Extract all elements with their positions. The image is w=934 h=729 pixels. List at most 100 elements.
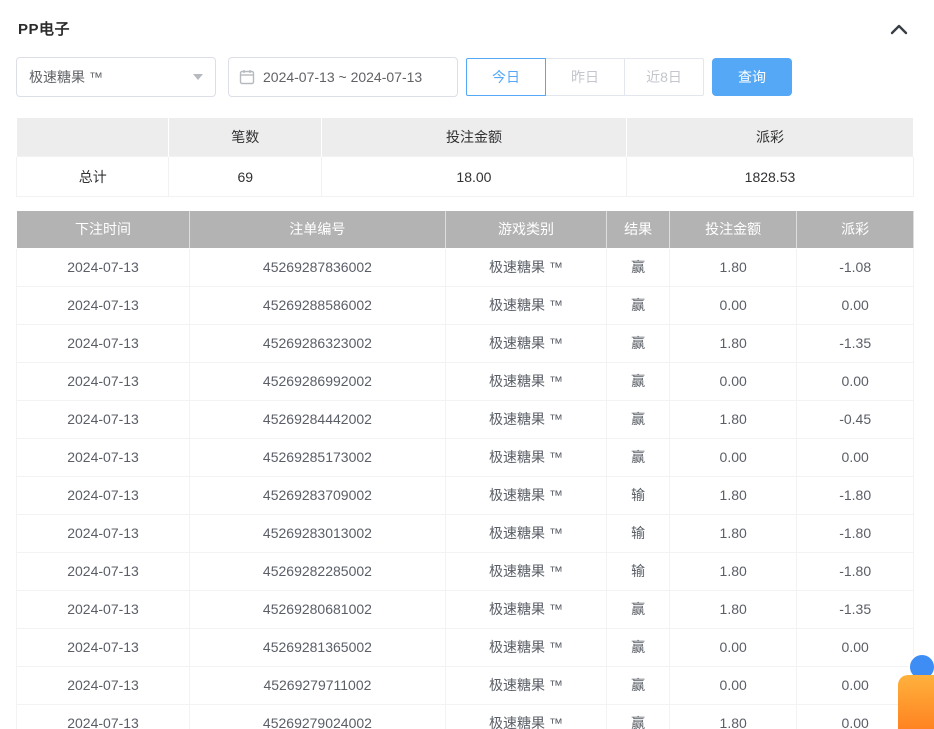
bet-amount-cell: 1.80 <box>669 400 796 438</box>
table-row: 2024-07-13 45269287836002 极速糖果 ™ 赢 1.80 … <box>17 248 914 286</box>
table-row: 2024-07-13 45269279024002 极速糖果 ™ 赢 1.80 … <box>17 704 914 729</box>
table-row: 2024-07-13 45269283013002 极速糖果 ™ 输 1.80 … <box>17 514 914 552</box>
filter-bar: 极速糖果 ™ 2024-07-13 ~ 2024-07-13 今日 昨日 近8日… <box>16 57 914 97</box>
payout-cell: 0.00 <box>797 438 914 476</box>
summary-table: 笔数 投注金额 派彩 总计 69 18.00 1828.53 <box>16 117 914 197</box>
payout-cell: -0.45 <box>797 400 914 438</box>
table-row: 2024-07-13 45269283709002 极速糖果 ™ 输 1.80 … <box>17 476 914 514</box>
bet-amount-cell: 1.80 <box>669 590 796 628</box>
header-payout: 派彩 <box>797 211 914 248</box>
game-type-cell: 极速糖果 ™ <box>445 666 606 704</box>
summary-total-count: 69 <box>169 157 321 197</box>
bet-time-cell: 2024-07-13 <box>17 666 190 704</box>
chevron-down-icon <box>193 74 203 80</box>
game-type-cell: 极速糖果 ™ <box>445 514 606 552</box>
bet-time-cell: 2024-07-13 <box>17 514 190 552</box>
bet-table-body: 2024-07-13 45269287836002 极速糖果 ™ 赢 1.80 … <box>17 248 914 729</box>
bet-id-cell: 45269279711002 <box>190 666 446 704</box>
bet-amount-cell: 1.80 <box>669 704 796 729</box>
header-bet-id: 注单编号 <box>190 211 446 248</box>
summary-header-blank <box>17 118 169 157</box>
summary-header-payout: 派彩 <box>626 118 913 157</box>
header-bet-amount: 投注金额 <box>669 211 796 248</box>
today-button[interactable]: 今日 <box>466 58 546 96</box>
yesterday-button[interactable]: 昨日 <box>545 58 625 96</box>
bet-time-cell: 2024-07-13 <box>17 476 190 514</box>
bet-id-cell: 45269287836002 <box>190 248 446 286</box>
game-type-cell: 极速糖果 ™ <box>445 476 606 514</box>
bet-id-cell: 45269280681002 <box>190 590 446 628</box>
table-row: 2024-07-13 45269286992002 极速糖果 ™ 赢 0.00 … <box>17 362 914 400</box>
quick-date-button-group: 今日 昨日 近8日 <box>466 58 704 96</box>
game-select-value: 极速糖果 ™ <box>29 67 103 87</box>
payout-cell: -1.35 <box>797 324 914 362</box>
result-cell: 赢 <box>607 248 670 286</box>
bet-id-cell: 45269288586002 <box>190 286 446 324</box>
collapse-chevron-up-icon[interactable] <box>886 19 912 39</box>
bet-id-cell: 45269281365002 <box>190 628 446 666</box>
bet-time-cell: 2024-07-13 <box>17 286 190 324</box>
result-cell: 输 <box>607 476 670 514</box>
summary-total-bet-amount: 18.00 <box>321 157 626 197</box>
calendar-icon <box>239 69 255 85</box>
bet-time-cell: 2024-07-13 <box>17 324 190 362</box>
game-type-cell: 极速糖果 ™ <box>445 286 606 324</box>
date-range-value: 2024-07-13 ~ 2024-07-13 <box>263 69 422 85</box>
result-cell: 赢 <box>607 324 670 362</box>
bet-amount-cell: 1.80 <box>669 514 796 552</box>
bet-amount-cell: 0.00 <box>669 286 796 324</box>
table-row: 2024-07-13 45269280681002 极速糖果 ™ 赢 1.80 … <box>17 590 914 628</box>
bet-time-cell: 2024-07-13 <box>17 248 190 286</box>
game-select[interactable]: 极速糖果 ™ <box>16 57 216 97</box>
date-range-picker[interactable]: 2024-07-13 ~ 2024-07-13 <box>228 57 458 97</box>
table-row: 2024-07-13 45269284442002 极速糖果 ™ 赢 1.80 … <box>17 400 914 438</box>
summary-header-row: 笔数 投注金额 派彩 <box>17 118 914 157</box>
payout-cell: -1.80 <box>797 552 914 590</box>
result-cell: 赢 <box>607 590 670 628</box>
table-row: 2024-07-13 45269279711002 极速糖果 ™ 赢 0.00 … <box>17 666 914 704</box>
bet-id-cell: 45269283709002 <box>190 476 446 514</box>
query-button[interactable]: 查询 <box>712 58 792 96</box>
bet-table-header-row: 下注时间 注单编号 游戏类别 结果 投注金额 派彩 <box>17 211 914 248</box>
summary-total-payout: 1828.53 <box>626 157 913 197</box>
table-row: 2024-07-13 45269282285002 极速糖果 ™ 输 1.80 … <box>17 552 914 590</box>
game-type-cell: 极速糖果 ™ <box>445 438 606 476</box>
panel-header: PP电子 <box>16 14 914 41</box>
bet-time-cell: 2024-07-13 <box>17 552 190 590</box>
result-cell: 赢 <box>607 628 670 666</box>
last-8-days-button[interactable]: 近8日 <box>624 58 704 96</box>
bet-time-cell: 2024-07-13 <box>17 704 190 729</box>
header-game-type: 游戏类别 <box>445 211 606 248</box>
floating-service-widget[interactable] <box>890 653 934 729</box>
bet-id-cell: 45269286323002 <box>190 324 446 362</box>
header-bet-time: 下注时间 <box>17 211 190 248</box>
game-type-cell: 极速糖果 ™ <box>445 400 606 438</box>
bet-time-cell: 2024-07-13 <box>17 628 190 666</box>
game-type-cell: 极速糖果 ™ <box>445 324 606 362</box>
bet-time-cell: 2024-07-13 <box>17 362 190 400</box>
bet-time-cell: 2024-07-13 <box>17 590 190 628</box>
table-row: 2024-07-13 45269281365002 极速糖果 ™ 赢 0.00 … <box>17 628 914 666</box>
bet-amount-cell: 0.00 <box>669 438 796 476</box>
bet-id-cell: 45269285173002 <box>190 438 446 476</box>
result-cell: 赢 <box>607 400 670 438</box>
bet-amount-cell: 1.80 <box>669 248 796 286</box>
result-cell: 赢 <box>607 704 670 729</box>
game-type-cell: 极速糖果 ™ <box>445 552 606 590</box>
bet-amount-cell: 1.80 <box>669 476 796 514</box>
bet-id-cell: 45269279024002 <box>190 704 446 729</box>
game-type-cell: 极速糖果 ™ <box>445 362 606 400</box>
bet-id-cell: 45269283013002 <box>190 514 446 552</box>
summary-header-count: 笔数 <box>169 118 321 157</box>
result-cell: 输 <box>607 514 670 552</box>
game-type-cell: 极速糖果 ™ <box>445 590 606 628</box>
payout-cell: -1.08 <box>797 248 914 286</box>
bet-id-cell: 45269286992002 <box>190 362 446 400</box>
bet-amount-cell: 1.80 <box>669 552 796 590</box>
summary-header-bet-amount: 投注金额 <box>321 118 626 157</box>
bet-amount-cell: 1.80 <box>669 324 796 362</box>
bet-amount-cell: 0.00 <box>669 362 796 400</box>
payout-cell: -1.35 <box>797 590 914 628</box>
header-result: 结果 <box>607 211 670 248</box>
service-mascot-icon[interactable] <box>898 675 934 729</box>
